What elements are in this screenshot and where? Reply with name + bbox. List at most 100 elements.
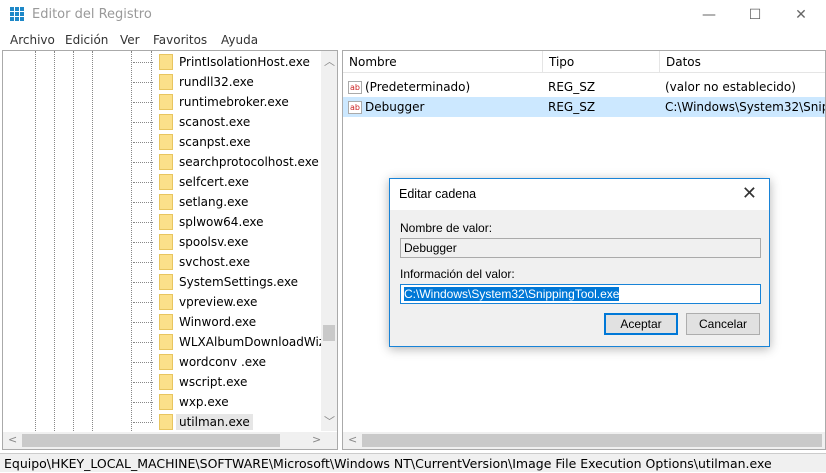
tree-item-label: wxp.exe [179, 395, 229, 409]
value-data-label: Información del valor: [400, 267, 515, 281]
value-data-input[interactable]: C:\Windows\System32\SnippingTool.exe [400, 284, 761, 304]
value-type: REG_SZ [548, 100, 596, 114]
tree-item[interactable]: svchost.exe [133, 252, 250, 272]
tree-item-label: setlang.exe [179, 195, 249, 209]
column-datos[interactable]: Datos [659, 51, 825, 73]
value-row[interactable]: ab (Predeterminado) REG_SZ (valor no esta… [343, 77, 825, 97]
folder-icon [159, 174, 173, 190]
tree-item-label: svchost.exe [179, 255, 250, 269]
folder-icon [159, 154, 173, 170]
tree-item[interactable]: rundll32.exe [133, 72, 254, 92]
tree-item[interactable]: WLXAlbumDownloadWizard [133, 332, 338, 352]
tree-item-label: scanpst.exe [179, 135, 251, 149]
tree-item-label: splwow64.exe [179, 215, 264, 229]
tree-item[interactable]: spoolsv.exe [133, 232, 248, 252]
tree-item-label: utilman.exe [176, 414, 253, 430]
tree-item-label: scanost.exe [179, 115, 251, 129]
folder-icon [159, 234, 173, 250]
folder-icon [159, 294, 173, 310]
value-name: Debugger [365, 100, 425, 114]
tree-horizontal-scrollbar[interactable]: < > [3, 432, 337, 449]
scrollbar-thumb[interactable] [362, 434, 822, 447]
tree-item-label: vpreview.exe [179, 295, 258, 309]
tree-item[interactable]: runtimebroker.exe [133, 92, 289, 112]
tree-item-label: SystemSettings.exe [179, 275, 299, 289]
tree-item-label: PrintIsolationHost.exe [179, 55, 310, 69]
folder-icon [159, 274, 173, 290]
menu-favoritos[interactable]: Favoritos [153, 33, 207, 47]
value-name-field[interactable]: Debugger [400, 238, 761, 258]
scrollbar-thumb[interactable] [22, 434, 280, 447]
folder-icon [159, 194, 173, 210]
tree-item[interactable]: SystemSettings.exe [133, 272, 298, 292]
key-tree[interactable]: PrintIsolationHost.exe rundll32.exe runtim… [2, 50, 338, 450]
close-button[interactable]: ✕ [786, 4, 816, 26]
menu-ayuda[interactable]: Ayuda [221, 33, 258, 47]
cancel-button[interactable]: Cancelar [686, 313, 760, 335]
value-row[interactable]: ab Debugger REG_SZ C:\Windows\System32\Sn… [343, 97, 825, 117]
folder-icon [159, 334, 173, 350]
tree-item[interactable]: setlang.exe [133, 192, 248, 212]
scrollbar-thumb[interactable] [323, 325, 335, 341]
tree-item[interactable]: scanpst.exe [133, 132, 250, 152]
tree-item[interactable]: utilman.exe [133, 412, 253, 432]
value-name: (Predeterminado) [365, 80, 471, 94]
dialog-close-icon[interactable]: ✕ [742, 183, 757, 204]
folder-icon [159, 414, 173, 430]
column-tipo[interactable]: Tipo [542, 51, 574, 73]
dialog-title: Editar cadena [390, 179, 769, 210]
folder-icon [159, 394, 173, 410]
selected-text: C:\Windows\System32\SnippingTool.exe [404, 287, 620, 301]
string-value-icon: ab [348, 101, 362, 114]
folder-icon [159, 54, 173, 70]
edit-string-dialog: Editar cadena ✕ Nombre de valor: Debugge… [389, 178, 770, 347]
values-horizontal-scrollbar[interactable]: < [343, 432, 825, 449]
tree-item-label: rundll32.exe [179, 75, 254, 89]
menu-archivo[interactable]: Archivo [10, 33, 55, 47]
menu-ver[interactable]: Ver [120, 33, 140, 47]
folder-icon [159, 354, 173, 370]
folder-icon [159, 374, 173, 390]
value-type: REG_SZ [548, 80, 596, 94]
value-data: (valor no establecido) [665, 80, 796, 94]
tree-item-label: Winword.exe [179, 315, 257, 329]
tree-item[interactable]: PrintIsolationHost.exe [133, 52, 310, 72]
value-name-label: Nombre de valor: [400, 221, 493, 235]
menu-bar: Archivo Edición Ver Favoritos Ayuda [0, 30, 826, 50]
tree-item[interactable]: searchprotocolhost.exe [133, 152, 319, 172]
status-bar-path: Equipo\HKEY_LOCAL_MACHINE\SOFTWARE\Micro… [0, 453, 826, 472]
column-nombre[interactable]: Nombre [343, 51, 397, 73]
tree-item-label: wscript.exe [179, 375, 248, 389]
maximize-button[interactable]: ☐ [740, 4, 770, 26]
tree-item[interactable]: wscript.exe [133, 372, 247, 392]
folder-icon [159, 94, 173, 110]
tree-item-label: WLXAlbumDownloadWizard [179, 335, 338, 349]
tree-item-label: wordconv .exe [179, 355, 267, 369]
tree-item[interactable]: wxp.exe [133, 392, 229, 412]
title-bar: Editor del Registro — ☐ ✕ [0, 0, 826, 30]
folder-icon [159, 314, 173, 330]
accept-button[interactable]: Aceptar [604, 313, 678, 335]
folder-icon [159, 134, 173, 150]
regedit-icon [10, 7, 24, 21]
folder-icon [159, 114, 173, 130]
tree-item-label: selfcert.exe [179, 175, 249, 189]
tree-item[interactable]: scanost.exe [133, 112, 250, 132]
tree-vertical-scrollbar[interactable]: ︿ ﹀ [321, 51, 337, 431]
minimize-button[interactable]: — [694, 4, 724, 26]
tree-item-label: spoolsv.exe [179, 235, 249, 249]
folder-icon [159, 254, 173, 270]
tree-item-label: searchprotocolhost.exe [179, 155, 319, 169]
tree-item[interactable]: splwow64.exe [133, 212, 264, 232]
string-value-icon: ab [348, 81, 362, 94]
tree-item[interactable]: wordconv .exe [133, 352, 266, 372]
tree-item-label: runtimebroker.exe [179, 95, 289, 109]
folder-icon [159, 74, 173, 90]
folder-icon [159, 214, 173, 230]
tree-item[interactable]: selfcert.exe [133, 172, 249, 192]
value-data: C:\Windows\System32\SnippingTool.exe [665, 100, 825, 114]
tree-item[interactable]: vpreview.exe [133, 292, 257, 312]
window-title: Editor del Registro [32, 7, 152, 22]
menu-edicion[interactable]: Edición [65, 33, 108, 47]
tree-item[interactable]: Winword.exe [133, 312, 256, 332]
